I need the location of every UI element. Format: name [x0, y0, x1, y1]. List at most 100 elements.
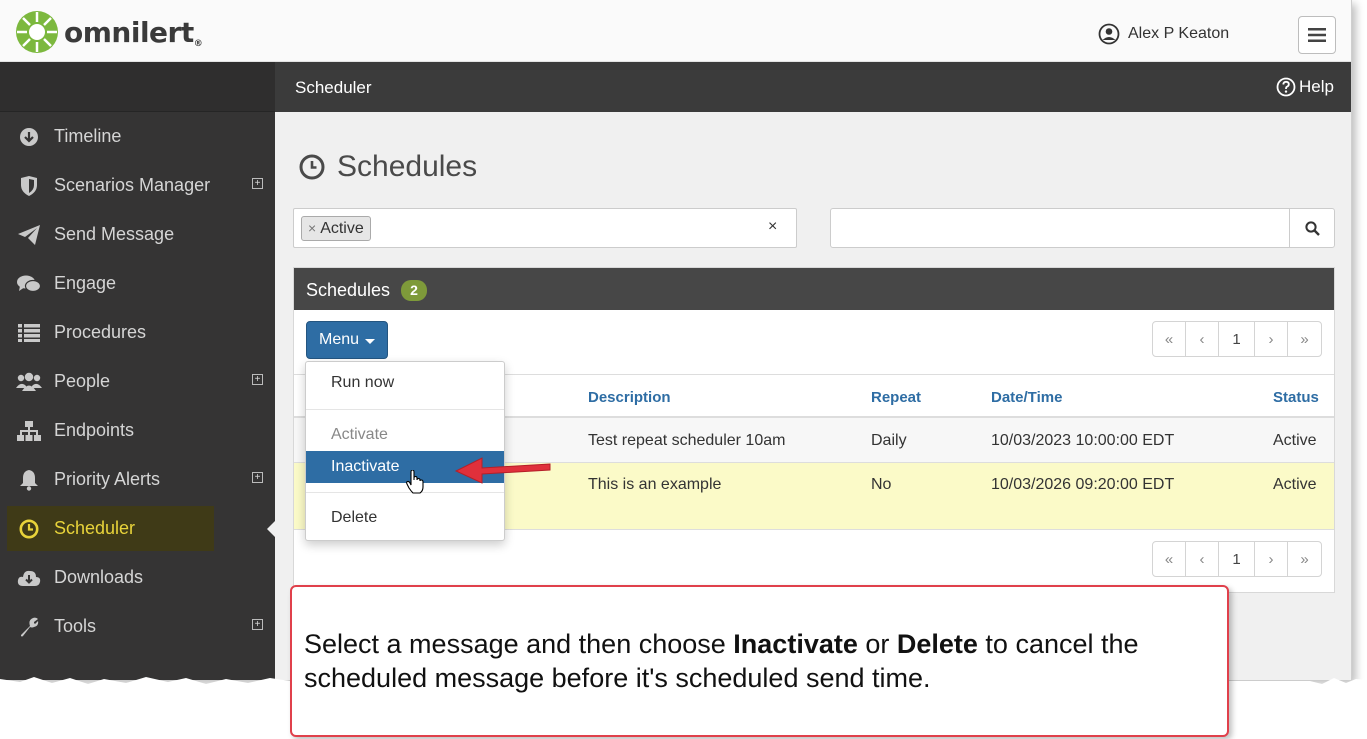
bell-icon — [16, 469, 42, 491]
sidebar-header — [0, 62, 275, 112]
omnilert-logo-icon — [16, 11, 58, 53]
sidebar-item-label: Procedures — [54, 322, 147, 342]
chat-bubbles-icon — [16, 273, 42, 295]
count-badge: 2 — [401, 280, 427, 301]
menu-label: Menu — [318, 331, 360, 348]
expand-icon[interactable]: + — [252, 374, 263, 385]
menu-item-delete[interactable]: Delete — [306, 509, 504, 527]
column-header-description[interactable]: Description — [588, 389, 671, 406]
help-label: Help — [1299, 77, 1334, 96]
instruction-callout: Select a message and then choose Inactiv… — [290, 585, 1229, 737]
users-icon — [16, 371, 42, 393]
cell-datetime: 10/03/2023 10:00:00 EDT — [991, 432, 1175, 449]
sidebar-item-label: Engage — [54, 273, 117, 293]
sitemap-icon — [16, 420, 42, 442]
sidebar-item-label: Endpoints — [54, 420, 135, 440]
first-page-button[interactable]: « — [1153, 322, 1186, 356]
first-page-button[interactable]: « — [1153, 542, 1186, 576]
search-icon — [1304, 220, 1320, 236]
prev-page-button[interactable]: ‹ — [1186, 322, 1219, 356]
menu-item-activate: Activate — [331, 426, 388, 443]
cell-datetime: 10/03/2026 09:20:00 EDT — [991, 476, 1175, 493]
panel-title: Schedules — [306, 280, 391, 300]
menu-dropdown: Run now Activate Inactivate Delete — [305, 361, 505, 541]
filter-chip-active[interactable]: × Active — [301, 216, 371, 241]
logo-text: omnilert® — [64, 15, 203, 49]
shield-icon — [16, 175, 42, 197]
app-window: omnilert® Alex P Keaton Timeline Scenari… — [0, 0, 1352, 680]
sidebar-item-scenarios-manager[interactable]: Scenarios Manager + — [0, 161, 275, 210]
sidebar-item-label: Priority Alerts — [54, 469, 161, 489]
prev-page-button[interactable]: ‹ — [1186, 542, 1219, 576]
hamburger-menu-button[interactable] — [1298, 16, 1336, 54]
sidebar-item-priority-alerts[interactable]: Priority Alerts + — [0, 455, 275, 504]
sidebar-item-label: Send Message — [54, 224, 175, 244]
cell-repeat: No — [871, 476, 892, 493]
cell-repeat: Daily — [871, 432, 907, 449]
user-menu[interactable]: Alex P Keaton — [1098, 23, 1229, 45]
sidebar-item-procedures[interactable]: Procedures — [0, 308, 275, 357]
wrench-icon — [16, 616, 42, 638]
user-circle-icon — [1098, 23, 1120, 45]
expand-icon[interactable]: + — [252, 472, 263, 483]
sidebar-item-people[interactable]: People + — [0, 357, 275, 406]
sidebar-item-send-message[interactable]: Send Message — [0, 210, 275, 259]
sidebar-item-label: Tools — [54, 616, 97, 636]
hand-pointer-icon — [406, 470, 424, 494]
next-page-button[interactable]: › — [1255, 542, 1288, 576]
help-link[interactable]: Help — [1276, 77, 1334, 97]
column-header-datetime[interactable]: Date/Time — [991, 389, 1062, 406]
sidebar-item-scheduler[interactable]: Scheduler — [0, 504, 275, 553]
cell-description: Test repeat scheduler 10am — [588, 432, 786, 449]
caret-down-icon — [365, 338, 376, 344]
column-header-status[interactable]: Status — [1273, 389, 1319, 406]
question-circle-icon — [1276, 77, 1296, 97]
arrow-down-circle-icon — [16, 126, 42, 148]
search-input[interactable] — [831, 209, 1289, 247]
chip-remove-icon[interactable]: × — [308, 217, 316, 240]
page-number[interactable]: 1 — [1219, 542, 1255, 576]
sidebar-item-label: Scenarios Manager — [54, 175, 211, 195]
expand-icon[interactable]: + — [252, 178, 263, 189]
cell-status: Active — [1273, 476, 1317, 493]
expand-icon[interactable]: + — [252, 619, 263, 630]
clock-icon — [16, 518, 42, 540]
menu-button[interactable]: Menu — [306, 321, 388, 359]
user-name: Alex P Keaton — [1128, 25, 1230, 42]
column-header-repeat[interactable]: Repeat — [871, 389, 921, 406]
hamburger-icon — [1308, 28, 1326, 42]
status-filter-select[interactable]: × Active × — [293, 208, 797, 248]
next-page-button[interactable]: › — [1255, 322, 1288, 356]
sidebar-item-label: People — [54, 371, 111, 391]
pagination-top: « ‹ 1 › » — [1152, 321, 1322, 357]
main-header: Scheduler Help — [275, 62, 1351, 112]
list-icon — [16, 322, 42, 344]
sidebar: Timeline Scenarios Manager + Send Messag… — [0, 62, 275, 680]
logo[interactable]: omnilert® — [14, 9, 203, 55]
search-button[interactable] — [1289, 209, 1334, 247]
sidebar-item-downloads[interactable]: Downloads — [0, 553, 275, 602]
last-page-button[interactable]: » — [1288, 542, 1321, 576]
last-page-button[interactable]: » — [1288, 322, 1321, 356]
callout-text: Select a message and then choose Inactiv… — [304, 629, 1139, 693]
menu-divider — [306, 409, 504, 410]
clock-icon — [299, 154, 325, 180]
sidebar-item-engage[interactable]: Engage — [0, 259, 275, 308]
page-number[interactable]: 1 — [1219, 322, 1255, 356]
search-group — [830, 208, 1335, 248]
paper-plane-icon — [16, 224, 42, 246]
pagination-bottom: « ‹ 1 › » — [1152, 541, 1322, 577]
sidebar-item-timeline[interactable]: Timeline — [0, 112, 275, 161]
top-bar: omnilert® Alex P Keaton — [0, 0, 1351, 62]
chip-label: Active — [320, 220, 364, 237]
sidebar-item-endpoints[interactable]: Endpoints — [0, 406, 275, 455]
cloud-download-icon — [16, 567, 42, 589]
clear-filter-icon[interactable]: × — [768, 218, 777, 236]
page-title: Schedules — [299, 150, 477, 184]
panel-header: Schedules 2 — [294, 268, 1334, 310]
menu-item-run-now[interactable]: Run now — [306, 374, 504, 392]
cell-status: Active — [1273, 432, 1317, 449]
active-caret-icon — [267, 521, 275, 537]
cell-description: This is an example — [588, 476, 722, 493]
sidebar-item-tools[interactable]: Tools + — [0, 602, 275, 651]
